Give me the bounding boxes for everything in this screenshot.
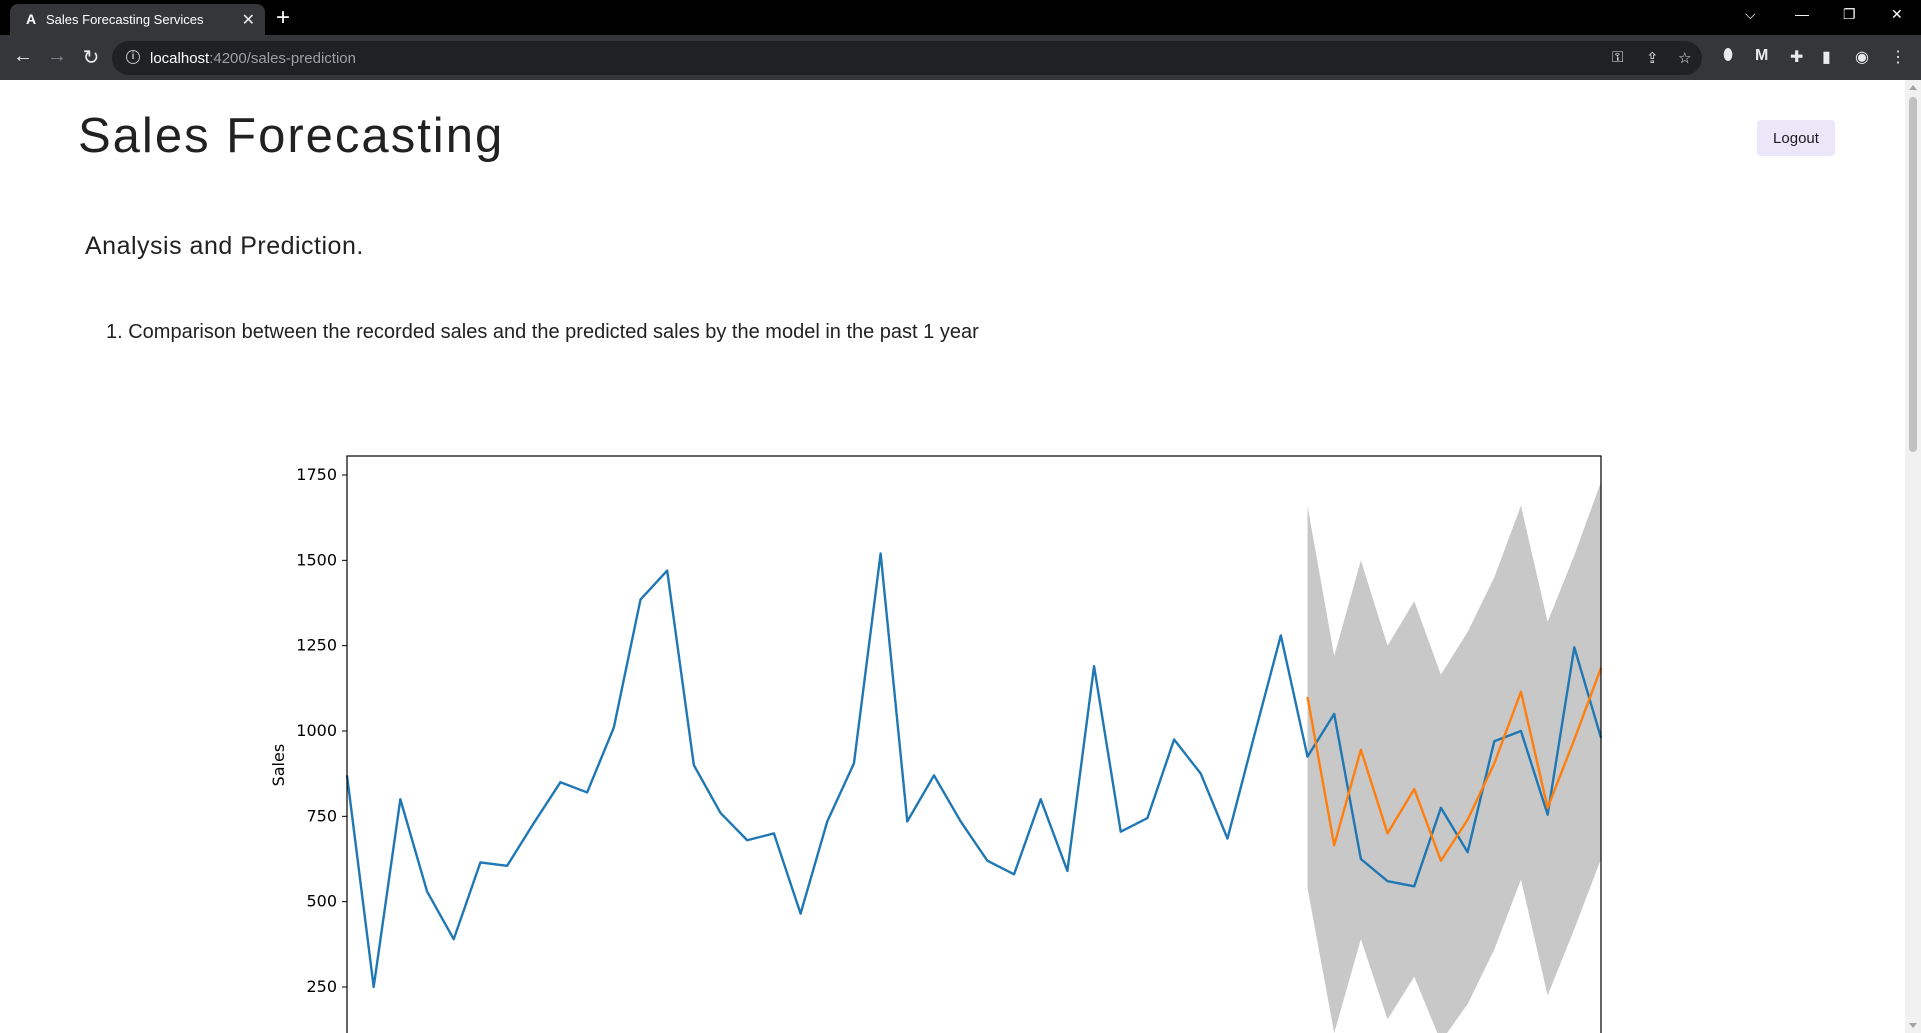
site-info-icon[interactable]: i (126, 50, 140, 64)
page-scrollbar[interactable] (1905, 80, 1921, 1033)
new-tab-button[interactable]: + (276, 4, 290, 32)
url-host: localhost (150, 50, 210, 67)
back-arrow-icon[interactable]: ← (11, 45, 35, 68)
y-tick-label: 1750 (296, 465, 337, 484)
y-tick-label: 500 (306, 892, 337, 911)
restore-icon[interactable]: ❐ (1843, 6, 1856, 23)
url-text[interactable]: localhost:4200/sales-prediction (150, 50, 356, 67)
y-tick-label: 750 (306, 806, 337, 825)
angular-favicon-icon: A (25, 11, 37, 27)
y-tick-label: 1000 (296, 721, 337, 740)
url-path: :4200/sales-prediction (209, 50, 356, 67)
close-window-icon[interactable]: ✕ (1891, 6, 1903, 23)
reload-icon[interactable]: ↻ (79, 45, 103, 70)
scroll-up-arrow-icon[interactable] (1909, 85, 1917, 90)
y-axis-label: Sales (269, 744, 288, 787)
browser-tab-strip: A Sales Forecasting Services ✕ + ⌵ — ❐ ✕ (0, 0, 1921, 35)
browser-toolbar: ← → ↻ i localhost:4200/sales-prediction … (0, 35, 1921, 80)
mail-extension-icon[interactable]: M (1755, 47, 1768, 65)
puzzle-extensions-icon[interactable]: ✚ (1790, 47, 1803, 67)
y-tick-label: 1250 (296, 636, 337, 655)
key-icon[interactable]: ⚿ (1612, 49, 1623, 66)
bookmark-star-icon[interactable]: ☆ (1678, 49, 1691, 67)
page-content: Sales Forecasting Logout Analysis and Pr… (0, 80, 1905, 1033)
tab-title: Sales Forecasting Services (46, 12, 204, 27)
close-tab-icon[interactable]: ✕ (242, 10, 255, 30)
sales-chart: 250 500 750 1000 1250 1500 1750 Sales (269, 455, 1603, 1033)
scrollbar-thumb[interactable] (1909, 97, 1917, 452)
minimize-icon[interactable]: — (1795, 6, 1809, 22)
scroll-down-arrow-icon[interactable] (1909, 1023, 1917, 1028)
side-panel-icon[interactable]: ▮ (1822, 47, 1831, 67)
menu-kebab-icon[interactable]: ⋮ (1890, 47, 1906, 67)
browser-tab[interactable]: A Sales Forecasting Services ✕ (10, 4, 265, 35)
extension-icon[interactable]: ⬮ (1723, 47, 1733, 65)
tab-search-icon[interactable]: ⌵ (1745, 6, 1756, 23)
share-icon[interactable]: ⇪ (1646, 49, 1659, 67)
profile-avatar-icon[interactable]: ◉ (1855, 47, 1869, 67)
address-bar[interactable]: i localhost:4200/sales-prediction ⚿ ⇪ ☆ (112, 41, 1702, 75)
y-tick-label: 250 (306, 977, 337, 996)
y-tick-label: 1500 (296, 550, 337, 569)
forward-arrow-icon[interactable]: → (45, 45, 69, 68)
